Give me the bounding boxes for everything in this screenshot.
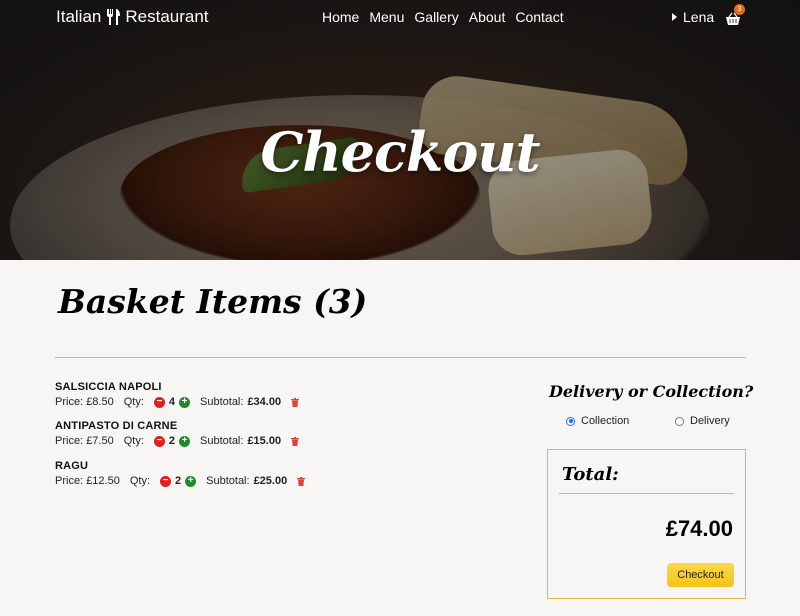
total-amount: £74.00 [665, 516, 733, 541]
qty-label: Qty: [129, 475, 151, 487]
nav-gallery[interactable]: Gallery [414, 9, 458, 25]
collection-radio[interactable] [566, 416, 575, 426]
subtotal-label: Subtotal: [200, 396, 244, 408]
collection-label: Collection [581, 415, 630, 427]
delivery-label: Delivery [690, 415, 730, 427]
qty-value: 2 [168, 435, 176, 447]
page-title: Checkout [260, 120, 540, 184]
item-name: ANTIPASTO DI CARNE [55, 420, 178, 432]
price-label: Price: [55, 475, 84, 487]
brand-left: Italian [56, 7, 102, 26]
trash-icon[interactable] [297, 476, 306, 486]
user-name: Lena [683, 9, 715, 25]
nav-about[interactable]: About [469, 9, 506, 25]
plus-icon[interactable]: + [179, 435, 191, 447]
brand-right: Restaurant [125, 7, 209, 26]
fork-knife-icon [107, 9, 121, 25]
delivery-title: Delivery or Collection? [549, 382, 754, 401]
item-name: SALSICCIA NAPOLI [55, 381, 162, 393]
total-label: Total: [562, 464, 619, 485]
order-summary: Total: £74.00 Checkout [547, 449, 746, 599]
subtotal-value: £25.00 [253, 475, 288, 487]
hero-banner: Checkout [0, 0, 800, 260]
section-divider [55, 357, 746, 358]
main-nav: Home Menu Gallery About Contact [322, 9, 564, 25]
basket-item: RAGU Price: £12.50 Qty: − 2 + Subtotal: … [55, 460, 306, 487]
minus-icon[interactable]: − [160, 475, 172, 487]
price-label: Price: [55, 435, 84, 447]
basket-title: Basket Items (3) [58, 282, 368, 321]
basket-item: SALSICCIA NAPOLI Price: £8.50 Qty: − 4 +… [55, 381, 300, 408]
cart-button[interactable]: 3 [725, 4, 745, 25]
collection-option[interactable]: Collection [566, 415, 629, 427]
qty-label: Qty: [123, 396, 144, 408]
price-value: £8.50 [86, 396, 114, 408]
caret-right-icon [672, 13, 677, 21]
basket-item: ANTIPASTO DI CARNE Price: £7.50 Qty: − 2… [55, 420, 300, 447]
plus-icon[interactable]: + [185, 475, 197, 487]
brand-logo[interactable]: Italian Restaurant [56, 7, 209, 27]
subtotal-label: Subtotal: [206, 475, 250, 487]
item-name: RAGU [55, 460, 89, 472]
qty-label: Qty: [123, 435, 144, 447]
price-label: Price: [55, 396, 84, 408]
total-divider [559, 493, 734, 494]
price-value: £7.50 [86, 435, 114, 447]
price-value: £12.50 [86, 475, 120, 487]
plus-icon[interactable]: + [179, 396, 191, 408]
minus-icon[interactable]: − [153, 435, 165, 447]
qty-value: 2 [175, 475, 182, 487]
trash-icon[interactable] [291, 397, 300, 407]
minus-icon[interactable]: − [153, 396, 165, 408]
checkout-button[interactable]: Checkout [667, 563, 734, 587]
user-menu[interactable]: Lena [672, 9, 714, 25]
subtotal-value: £34.00 [247, 396, 282, 408]
subtotal-value: £15.00 [247, 435, 282, 447]
nav-home[interactable]: Home [322, 9, 359, 25]
delivery-option[interactable]: Delivery [675, 415, 730, 427]
subtotal-label: Subtotal: [200, 435, 244, 447]
nav-menu[interactable]: Menu [369, 9, 404, 25]
qty-value: 4 [168, 396, 176, 408]
cart-count-badge: 3 [734, 4, 745, 15]
nav-contact[interactable]: Contact [515, 9, 563, 25]
delivery-radio[interactable] [675, 416, 684, 426]
trash-icon[interactable] [291, 436, 300, 446]
